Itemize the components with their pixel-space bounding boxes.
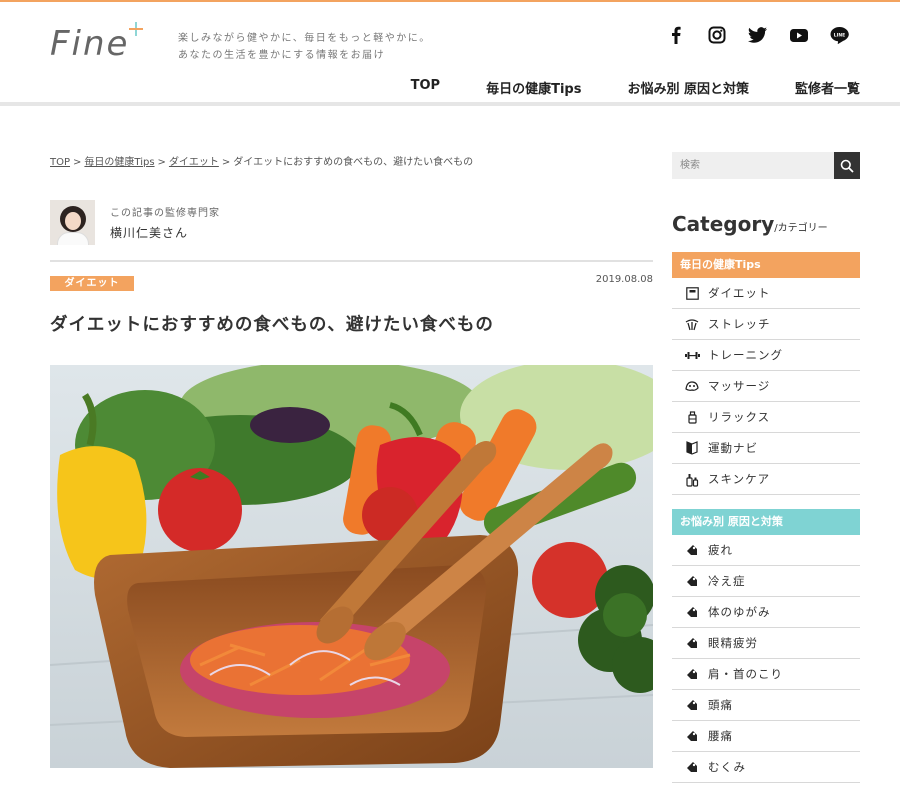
logo-plus-mark [129,22,144,36]
sidebar-item-fatigue[interactable]: 疲れ [672,535,860,566]
sidebar-item-back-pain[interactable]: 腰痛 [672,721,860,752]
concerns-category-title[interactable]: お悩み別 原因と対策 [672,509,860,535]
sidebar-item-diet[interactable]: ダイエット [672,278,860,309]
concerns-category-block: お悩み別 原因と対策 疲れ 冷え症 体のゆがみ 眼精疲労 肩・首のこり 頭痛 腰… [672,509,860,783]
article-title: ダイエットにおすすめの食べもの、避けたい食べもの [50,315,494,335]
sidebar-item-label: ストレッチ [708,317,771,331]
tag-icon [684,728,700,744]
svg-text:LINE: LINE [834,33,845,39]
breadcrumb-health-tips[interactable]: 毎日の健康Tips [84,157,154,168]
tagline-line-1: 楽しみながら健やかに、毎日をもっと軽やかに。 [178,33,431,44]
breadcrumb-separator: > [157,157,166,168]
tips-category-title[interactable]: 毎日の健康Tips [672,252,860,278]
article-date: 2019.08.08 [595,274,653,285]
breadcrumb-current: ダイエットにおすすめの食べもの、避けたい食べもの [233,157,474,168]
site-logo[interactable]: Fine [50,22,144,64]
facebook-icon[interactable] [655,24,696,46]
sidebar-item-label: 眼精疲労 [708,636,758,650]
divider [50,260,653,262]
sidebar-item-headache[interactable]: 頭痛 [672,690,860,721]
tag-icon [684,666,700,682]
sidebar-item-distortion[interactable]: 体のゆがみ [672,597,860,628]
search-input[interactable] [672,152,834,179]
stretch-icon [684,316,700,332]
sidebar-item-cold[interactable]: 冷え症 [672,566,860,597]
category-heading-main: Category [672,212,775,236]
nav-health-tips[interactable]: 毎日の健康Tips [486,78,581,97]
social-links: LINE [655,24,860,46]
sidebar-item-stiff-shoulders[interactable]: 肩・首のこり [672,659,860,690]
breadcrumb-top[interactable]: TOP [50,157,70,168]
tag-icon [684,542,700,558]
breadcrumb-separator: > [221,157,231,168]
search-button[interactable] [834,152,860,179]
sidebar-item-label: マッサージ [708,379,771,393]
tips-category-list: ダイエット ストレッチ トレーニング マッサージ リラックス 運動ナビ スキンケ… [672,278,860,495]
category-heading-sub: /カテゴリー [774,223,828,234]
sidebar-item-skincare[interactable]: スキンケア [672,464,860,495]
sidebar-item-massage[interactable]: マッサージ [672,371,860,402]
search-icon [840,159,854,173]
tag-icon [684,604,700,620]
nav-top[interactable]: TOP [411,78,440,97]
author-role: この記事の監修専門家 [110,208,220,219]
dumbbell-icon [684,347,700,363]
sidebar-item-exercise-navi[interactable]: 運動ナビ [672,433,860,464]
hero-image [50,365,653,768]
sidebar-item-label: 運動ナビ [708,441,758,455]
sidebar-item-label: 頭痛 [708,698,733,712]
global-nav: TOP 毎日の健康Tips お悩み別 原因と対策 監修者一覧 [365,78,860,97]
nav-supervisors[interactable]: 監修者一覧 [795,78,860,97]
tag-icon [684,759,700,775]
breadcrumb: TOP > 毎日の健康Tips > ダイエット > ダイエットにおすすめの食べもの、避けたい… [50,153,473,168]
massage-icon [684,378,700,394]
sidebar-item-training[interactable]: トレーニング [672,340,860,371]
author-text: この記事の監修専門家 横川仁美さん [110,204,220,241]
author-box: この記事の監修専門家 横川仁美さん [50,200,220,245]
breadcrumb-separator: > [73,157,82,168]
concerns-category-list: 疲れ 冷え症 体のゆがみ 眼精疲労 肩・首のこり 頭痛 腰痛 むくみ [672,535,860,783]
site-tagline: 楽しみながら健やかに、毎日をもっと軽やかに。 あなたの生活を豊かにする情報をお届… [178,30,431,64]
category-heading: Category/カテゴリー [672,212,828,236]
youtube-icon[interactable] [778,24,819,46]
sidebar-item-label: スキンケア [708,472,771,486]
navi-icon [684,440,700,456]
twitter-icon[interactable] [737,24,778,46]
sidebar-item-label: むくみ [708,760,746,774]
nav-concerns[interactable]: お悩み別 原因と対策 [627,78,749,97]
sidebar-item-label: 肩・首のこり [708,667,783,681]
sidebar-item-label: 冷え症 [708,574,746,588]
search-box [672,152,860,179]
breadcrumb-diet[interactable]: ダイエット [169,157,219,168]
site-header: Fine 楽しみながら健やかに、毎日をもっと軽やかに。 あなたの生活を豊かにする… [0,2,900,106]
line-icon[interactable]: LINE [819,24,860,46]
tag-icon [684,697,700,713]
sidebar-item-label: トレーニング [708,348,783,362]
sidebar-item-relax[interactable]: リラックス [672,402,860,433]
sidebar-item-swelling[interactable]: むくみ [672,752,860,783]
avatar[interactable] [50,200,95,245]
sidebar-item-label: 腰痛 [708,729,733,743]
tips-category-block: 毎日の健康Tips ダイエット ストレッチ トレーニング マッサージ リラックス… [672,252,860,495]
sidebar-item-label: 体のゆがみ [708,605,771,619]
tag-icon [684,635,700,651]
category-tag[interactable]: ダイエット [50,276,134,291]
sidebar-item-eye-strain[interactable]: 眼精疲労 [672,628,860,659]
scale-icon [684,285,700,301]
avatar-body [57,232,89,245]
tag-icon [684,573,700,589]
instagram-icon[interactable] [696,24,737,46]
bottle-icon [684,471,700,487]
tagline-line-2: あなたの生活を豊かにする情報をお届け [178,50,386,61]
author-name[interactable]: 横川仁美さん [110,224,220,241]
sidebar-item-label: 疲れ [708,543,733,557]
sidebar-item-label: ダイエット [708,286,771,300]
sidebar-item-stretch[interactable]: ストレッチ [672,309,860,340]
sidebar-item-label: リラックス [708,410,771,424]
aroma-icon [684,409,700,425]
avatar-face [65,212,81,230]
